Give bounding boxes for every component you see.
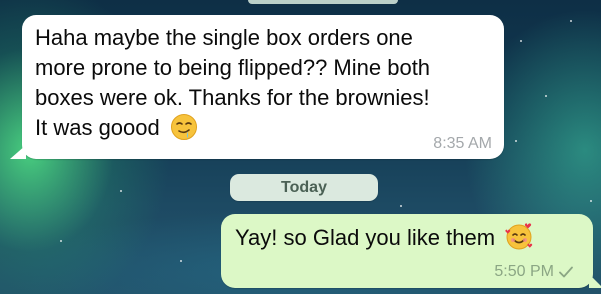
incoming-line-3: boxes were ok. Thanks for the brownies! xyxy=(35,85,430,110)
outgoing-message-bubble[interactable]: Yay! so Glad you like them 5:50 PM xyxy=(221,214,601,288)
incoming-line-4: It was goood xyxy=(35,115,160,140)
drooling-face-icon xyxy=(170,114,197,140)
outgoing-message-text: Yay! so Glad you like them xyxy=(235,225,496,250)
previous-bubble-edge xyxy=(248,0,398,4)
date-divider: Today xyxy=(230,174,378,201)
incoming-timestamp: 8:35 AM xyxy=(433,135,492,152)
smiling-face-with-hearts-icon xyxy=(505,223,533,250)
delivered-checkmark-icon xyxy=(559,266,573,278)
incoming-line-2: more prone to being flipped?? Mine both xyxy=(35,55,431,80)
incoming-message-bubble[interactable]: Haha maybe the single box orders one mor… xyxy=(10,15,504,159)
incoming-message-text: Haha maybe the single box orders one mor… xyxy=(35,23,495,143)
outgoing-timestamp: 5:50 PM xyxy=(494,263,554,280)
outgoing-meta: 5:50 PM xyxy=(494,263,573,281)
incoming-line-1: Haha maybe the single box orders one xyxy=(35,25,413,50)
